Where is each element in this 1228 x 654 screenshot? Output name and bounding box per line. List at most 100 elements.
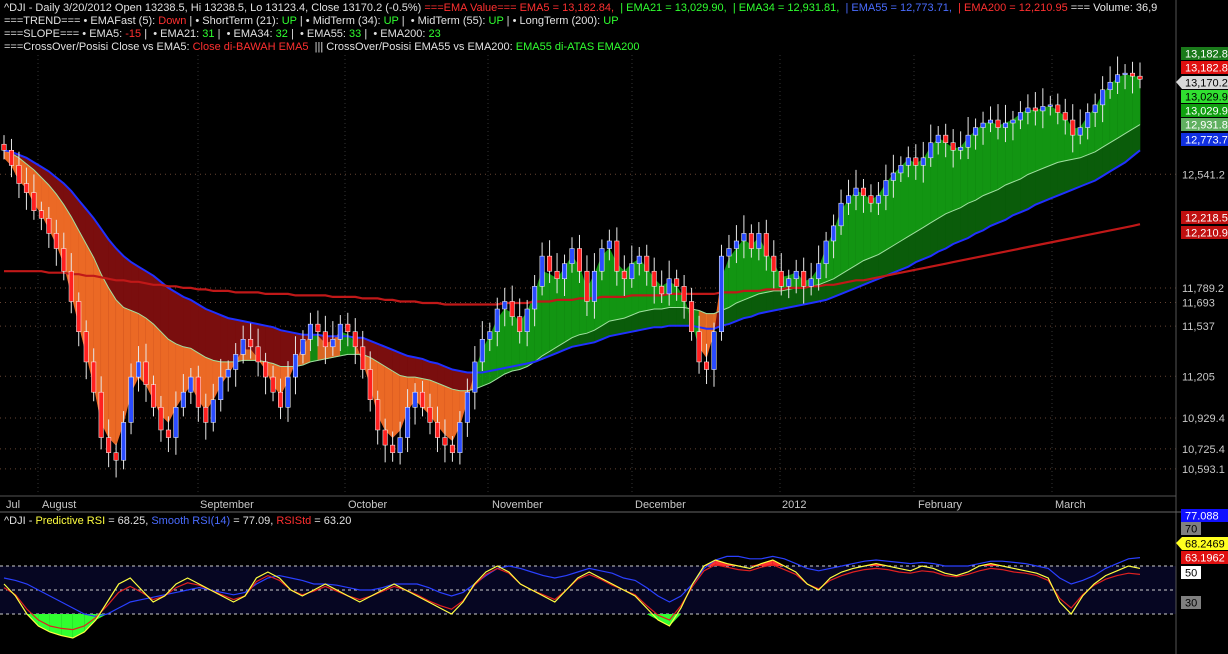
candle-body [636, 255, 642, 264]
candle-body [322, 331, 328, 348]
candle-body [599, 248, 605, 272]
candle-body [517, 316, 523, 332]
crossover-label: ===CrossOver/Posisi Close vs EMA5: [4, 41, 193, 53]
slope-label: ===SLOPE=== • EMA5: [4, 28, 126, 40]
x-label-nov: November [492, 499, 543, 511]
slope-ema200: 23 [428, 28, 441, 40]
candle-body [375, 399, 381, 431]
ema-inner-band-fill [556, 267, 565, 348]
slope-ema21: 31 [202, 28, 215, 40]
candle-body [1017, 112, 1023, 121]
candle-body [31, 192, 37, 211]
ema-inner-band-fill [108, 286, 117, 446]
candle-body [76, 301, 82, 332]
slope-ema55-label: | • EMA55: [287, 28, 350, 40]
rsi-header: ^DJI - Predictive RSI = 68.25, Smooth RS… [4, 515, 351, 528]
candle-body [935, 134, 941, 143]
ema-inner-band-fill [1050, 105, 1059, 166]
candle-body [8, 150, 14, 166]
candle-body [532, 286, 538, 310]
ema-inner-band-fill [855, 190, 864, 266]
header-line-4: ===CrossOver/Posisi Close vs EMA5: Close… [4, 41, 639, 54]
candle-body [390, 444, 396, 453]
trend-label: ===TREND=== • EMAFast (5): [4, 15, 159, 27]
candle-body [405, 407, 411, 438]
candle-body [1122, 72, 1128, 75]
candle-body [360, 346, 366, 370]
candle-body [905, 157, 911, 166]
candle-body [1107, 81, 1113, 91]
ema-inner-band-fill [1012, 113, 1021, 183]
candle-body [569, 248, 575, 264]
candle-body [614, 240, 620, 272]
ema5-value: ===EMA Value=== EMA5 = 13,182.84, [421, 2, 621, 14]
candle-body [494, 308, 500, 332]
candle-body [808, 278, 814, 287]
candle-body [270, 376, 276, 393]
ema-inner-band-fill [937, 137, 946, 219]
trend-mid-label: | • MidTerm (34): [296, 15, 384, 27]
candle-body [38, 210, 44, 219]
ema-inner-band-fill [990, 120, 999, 194]
ema-inner-band-fill [728, 247, 737, 309]
slope-ema55: 33 [349, 28, 362, 40]
candle-body [562, 263, 568, 280]
ema-inner-band-fill [549, 273, 558, 352]
candle-body [307, 323, 313, 340]
candle-body [434, 422, 440, 438]
ema-inner-band-fill [870, 195, 879, 259]
candle-body [733, 240, 739, 249]
candle-body [113, 452, 119, 461]
candle-body [875, 195, 881, 204]
price-badge-label: 13,182.8 [1185, 49, 1228, 61]
candle-body [1010, 119, 1016, 124]
price-tick-label: 10,725.4 [1182, 444, 1225, 456]
candle-body [449, 444, 455, 453]
trend-mid55: UP [488, 15, 504, 27]
candle-body [853, 187, 859, 196]
candle-body [188, 376, 194, 393]
candle-body [509, 301, 515, 317]
x-label-mar: March [1055, 499, 1086, 511]
x-label-aug: August [42, 499, 77, 511]
candle-body [23, 183, 29, 193]
candle-body [68, 270, 74, 302]
ema-inner-band-fill [1117, 74, 1126, 139]
rsi-smooth-label: Smooth RSI(14) [151, 515, 231, 527]
candle-body [173, 407, 179, 438]
candle-body [778, 270, 784, 287]
candle-body [502, 301, 508, 310]
candle-body [248, 339, 254, 348]
candle-body [180, 391, 186, 408]
candle-body [352, 331, 358, 348]
x-label-feb: February [918, 499, 963, 511]
candle-body [457, 422, 463, 453]
price-badge-label: 12,218.5 [1185, 213, 1228, 225]
candle-body [524, 308, 530, 332]
ema-inner-band-fill [1005, 119, 1014, 186]
slope-ema200-label: | • EMA200: [361, 28, 429, 40]
candle-body [898, 165, 904, 174]
candle-body [838, 202, 844, 227]
candle-body [345, 323, 351, 332]
candle-body [606, 240, 612, 249]
candle-body [143, 361, 149, 385]
candle-body [771, 255, 777, 272]
candle-body [883, 180, 889, 196]
ema-inner-band-fill [1124, 74, 1133, 135]
candle-body [666, 278, 672, 295]
candle-body [547, 255, 553, 272]
candle-body [890, 172, 896, 181]
candle-body [1040, 106, 1046, 112]
rsi-title: ^DJI - [4, 515, 36, 527]
ema-inner-band-fill [908, 158, 917, 237]
candle-body [420, 391, 426, 408]
ema-inner-band-fill [392, 370, 401, 439]
rsi-std-label: RSIStd [276, 515, 312, 527]
candle-body [1115, 74, 1121, 83]
price-chart[interactable]: 12,541.2 11,789.2 11,693 11,537 11,205 10,929… [0, 0, 1228, 654]
candle-body [263, 361, 269, 378]
ema-inner-band-fill [952, 146, 961, 212]
candle-body [696, 331, 702, 363]
candle-body [83, 331, 89, 363]
